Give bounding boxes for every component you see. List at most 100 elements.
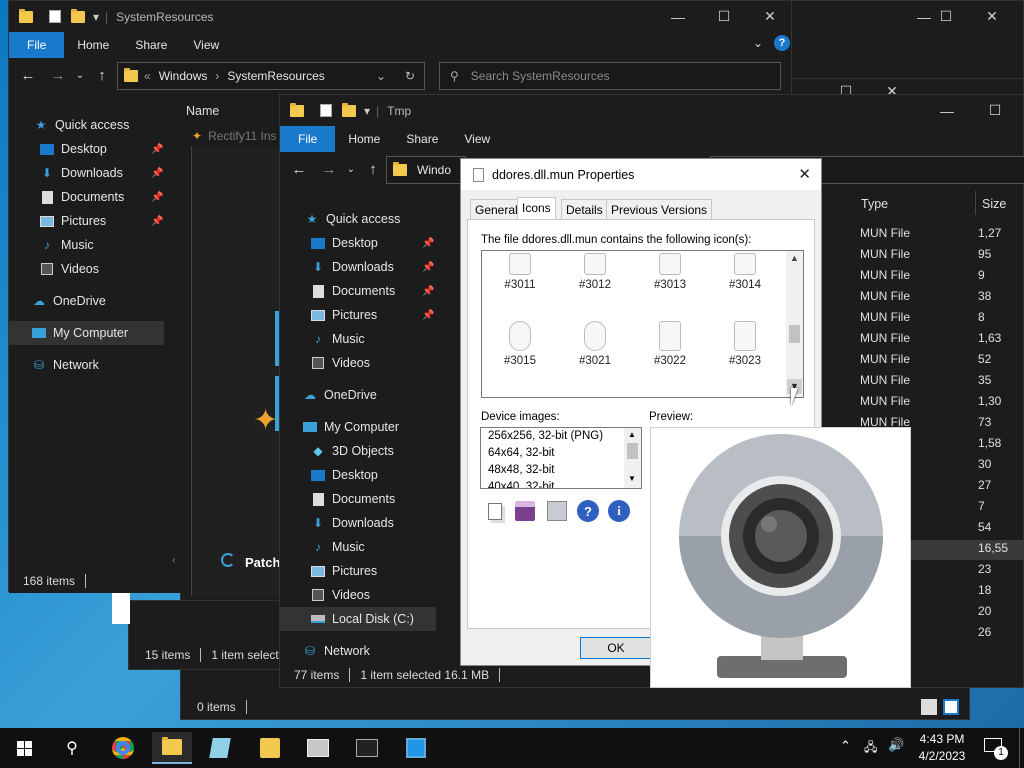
network-tray-icon[interactable]: 🖧 xyxy=(864,738,877,759)
forward-button[interactable]: → xyxy=(47,64,69,86)
scroll-up-icon[interactable]: ▲ xyxy=(790,253,799,263)
device-image-item[interactable]: 40x40, 32-bit xyxy=(481,479,641,488)
close-icon[interactable]: ✕ xyxy=(798,165,811,183)
scroll-down-icon[interactable]: ▼ xyxy=(628,474,636,483)
pin-icon[interactable]: 📌 xyxy=(422,262,434,273)
pin-icon[interactable]: 📌 xyxy=(422,238,434,249)
icon-item[interactable]: #3015 xyxy=(490,321,550,367)
address-bar[interactable]: « Windows › SystemResources ⌄ ↻ xyxy=(117,62,425,90)
pin-icon[interactable]: 📌 xyxy=(151,168,163,179)
scroll-up-icon[interactable]: ▲ xyxy=(628,430,636,439)
nav-network[interactable]: ⛁ Network xyxy=(31,353,99,377)
nav-pc-desktop[interactable]: Desktop xyxy=(310,463,378,487)
help-icon[interactable]: ? xyxy=(774,35,790,51)
app-button-1[interactable] xyxy=(200,732,240,764)
close-button[interactable]: ✕ xyxy=(747,1,793,32)
title-bar[interactable]: ▾ | Tmp xyxy=(280,95,1023,126)
ok-button[interactable]: OK xyxy=(580,637,652,659)
scroll-thumb[interactable] xyxy=(789,325,800,343)
nav-3d-objects[interactable]: ◆ 3D Objects xyxy=(310,439,393,463)
nav-downloads[interactable]: ⬇ Downloads xyxy=(310,255,394,279)
dialog-title-bar[interactable]: ddores.dll.mun Properties ✕ xyxy=(461,159,821,190)
nav-music[interactable]: ♪ Music xyxy=(310,327,365,351)
column-header-name[interactable]: Name xyxy=(186,104,219,118)
nav-onedrive[interactable]: ☁ OneDrive xyxy=(31,289,106,313)
scroll-thumb[interactable] xyxy=(627,443,638,459)
forward-button[interactable]: → xyxy=(318,158,340,180)
list-item-type[interactable]: MUN File xyxy=(860,226,910,240)
nav-desktop[interactable]: Desktop xyxy=(39,137,107,161)
nav-videos[interactable]: Videos xyxy=(310,351,370,375)
copy-icon[interactable] xyxy=(483,499,507,523)
nav-documents[interactable]: Documents xyxy=(39,185,124,209)
nav-local-disk[interactable]: Local Disk (C:) xyxy=(280,607,436,631)
icon-item[interactable]: #3021 xyxy=(565,321,625,367)
nav-quick-access[interactable]: ★ Quick access xyxy=(304,207,401,231)
tab-share[interactable]: Share xyxy=(393,126,451,152)
nav-pc-videos[interactable]: Videos xyxy=(310,583,370,607)
device-list-scrollbar[interactable]: ▲ ▼ xyxy=(624,428,641,488)
nav-quick-access[interactable]: ★ Quick access xyxy=(33,113,130,137)
nav-pictures[interactable]: Pictures xyxy=(39,209,106,233)
maximize-icon[interactable]: ☐ xyxy=(923,1,969,32)
pin-icon[interactable]: 📌 xyxy=(422,310,434,321)
clock[interactable]: 4:43 PM 4/2/2023 xyxy=(912,731,972,765)
list-item-type[interactable]: MUN File xyxy=(860,394,910,408)
recent-locations-icon[interactable]: ⌄ xyxy=(69,64,91,86)
list-item-type[interactable]: MUN File xyxy=(860,310,910,324)
column-header-type[interactable]: Type xyxy=(861,197,888,211)
maximize-button[interactable]: ☐ xyxy=(701,1,747,32)
nav-pc-music[interactable]: ♪ Music xyxy=(310,535,365,559)
close-icon[interactable]: ✕ xyxy=(969,1,1015,32)
up-button[interactable]: ↑ xyxy=(362,158,384,180)
help-icon[interactable]: ? xyxy=(576,499,600,523)
breadcrumb-windows[interactable]: Windows xyxy=(159,69,208,83)
customize-qat-icon[interactable]: ▾ xyxy=(93,10,99,24)
refresh-icon[interactable]: ↻ xyxy=(405,69,415,83)
list-item-type[interactable]: MUN File xyxy=(860,247,910,261)
pin-icon[interactable]: 📌 xyxy=(422,286,434,297)
nav-pictures[interactable]: Pictures xyxy=(310,303,377,327)
list-item-type[interactable]: MUN File xyxy=(860,331,910,345)
tab-file[interactable]: File xyxy=(9,32,65,58)
list-item-type[interactable]: MUN File xyxy=(860,268,910,282)
nav-pc-downloads[interactable]: ⬇ Downloads xyxy=(310,511,394,535)
tab-icons[interactable]: Icons xyxy=(517,197,556,220)
tab-share[interactable]: Share xyxy=(122,32,180,58)
minimize-button[interactable]: — xyxy=(924,95,970,126)
expand-ribbon-icon[interactable]: ⌄ xyxy=(753,36,763,50)
pin-icon[interactable]: 📌 xyxy=(151,144,163,155)
start-button[interactable] xyxy=(4,732,44,764)
column-header-size[interactable]: Size xyxy=(982,197,1006,211)
search-box[interactable]: ⚲ Search SystemResources xyxy=(439,62,781,90)
icon-item[interactable]: #3011 xyxy=(490,253,550,291)
chevron-down-icon[interactable]: ⌄ xyxy=(376,69,386,83)
terminal-button[interactable] xyxy=(347,732,387,764)
nav-downloads[interactable]: ⬇ Downloads xyxy=(39,161,123,185)
properties-icon[interactable] xyxy=(320,104,332,117)
icon-item[interactable]: #3022 xyxy=(640,321,700,367)
tab-home[interactable]: Home xyxy=(335,126,393,152)
recent-locations-icon[interactable]: ⌄ xyxy=(340,158,362,180)
icon-item[interactable]: #3012 xyxy=(565,253,625,291)
nav-music[interactable]: ♪ Music xyxy=(39,233,94,257)
show-hidden-icons[interactable]: ⌃ xyxy=(840,738,851,754)
list-item-type[interactable]: MUN File xyxy=(860,352,910,366)
large-icons-view-icon[interactable] xyxy=(943,699,959,715)
breadcrumb-windows[interactable]: Windo xyxy=(417,163,451,177)
icon-item[interactable]: #3014 xyxy=(715,253,775,291)
details-view-icon[interactable] xyxy=(921,699,937,715)
breadcrumb-systemresources[interactable]: SystemResources xyxy=(227,69,324,83)
app-button-4[interactable] xyxy=(396,732,436,764)
customize-qat-icon[interactable]: ▾ xyxy=(364,104,370,118)
nav-my-computer[interactable]: My Computer xyxy=(9,321,164,345)
tab-view[interactable]: View xyxy=(451,126,503,152)
icon-list-scrollbar[interactable]: ▲ ▼ xyxy=(786,251,803,397)
address-bar[interactable]: Windo xyxy=(386,156,466,184)
chrome-button[interactable] xyxy=(103,732,143,764)
nav-pc-pictures[interactable]: Pictures xyxy=(310,559,377,583)
pin-icon[interactable]: 📌 xyxy=(151,216,163,227)
new-folder-icon[interactable] xyxy=(342,102,356,117)
scroll-left-icon[interactable]: ‹ xyxy=(172,555,175,566)
device-images-list[interactable]: 256x256, 32-bit (PNG) 64x64, 32-bit 48x4… xyxy=(480,427,642,489)
